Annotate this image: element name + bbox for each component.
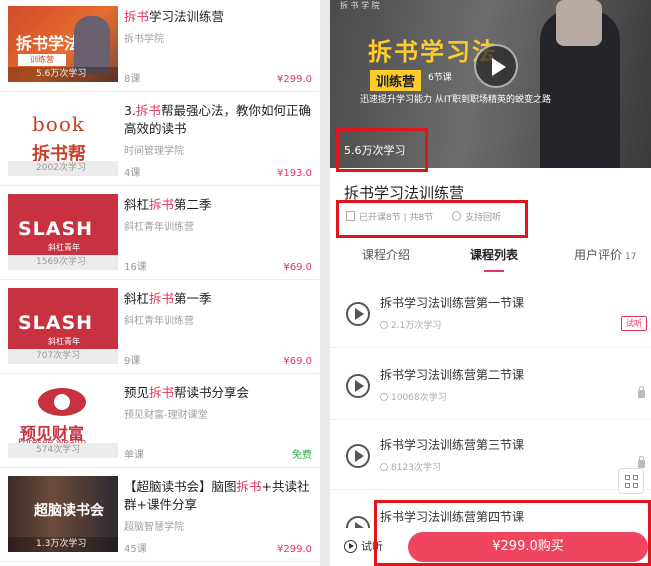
course-provider: 斜杠青年训练营 xyxy=(124,222,194,233)
course-lesson-count: 4课 xyxy=(124,168,141,179)
tab-lesson-list[interactable]: 课程列表 xyxy=(470,246,518,263)
thumb-logo: book xyxy=(32,112,86,136)
course-thumbnail: 预见财富 Foresee wealth 574次学习 xyxy=(8,382,118,458)
course-title[interactable]: 斜杠拆书第一季 xyxy=(124,290,314,308)
course-lesson-count: 45课 xyxy=(124,544,147,555)
thumb-text: 超脑读书会 xyxy=(34,503,104,519)
eye-logo-icon xyxy=(38,388,86,416)
thumb-text: 斜杠青年 xyxy=(48,243,80,252)
lesson-item[interactable]: 拆书学习法训练营第二节课 10068次学习 xyxy=(330,348,651,420)
lesson-item[interactable]: 拆书学习法训练营第三节课 8123次学习 xyxy=(330,418,651,490)
thumb-text: 斜杠青年 xyxy=(48,337,80,346)
course-title[interactable]: 3.拆书帮最强心法，教你如何正确高效的读书 xyxy=(124,102,314,138)
course-views: 1569次学习 xyxy=(8,255,118,270)
lock-icon xyxy=(638,456,645,468)
highlight-box-purchase xyxy=(374,500,651,566)
course-item[interactable]: SLASH 斜杠青年 707次学习 斜杠拆书第一季 斜杠青年训练营 9课 ¥69… xyxy=(0,282,320,374)
detail-tabs: 课程介绍 课程列表 用户评价 17 xyxy=(330,246,651,272)
highlight-box-study-count xyxy=(336,128,428,172)
highlight-box-meta xyxy=(336,200,528,238)
course-lesson-count: 16课 xyxy=(124,262,147,273)
course-views: 5.6万次学习 xyxy=(8,67,118,82)
course-title[interactable]: 【超脑读书会】脑图拆书+共读社群+课件分享 xyxy=(124,478,314,514)
course-views: 2002次学习 xyxy=(8,161,118,176)
course-item[interactable]: 超脑读书会 1.3万次学习 【超脑读书会】脑图拆书+共读社群+课件分享 超脑智慧… xyxy=(0,470,320,562)
course-list-panel: 拆书学法 训练营 5.6万次学习 拆书学习法训练营 拆书学院 8课 ¥299.0… xyxy=(0,0,320,566)
course-provider: 拆书学院 xyxy=(124,34,164,45)
hero-camp-label: 训练营 xyxy=(370,70,422,91)
course-lesson-count: 9课 xyxy=(124,356,141,367)
course-thumbnail: book 拆书帮 2002次学习 xyxy=(8,100,118,176)
course-thumbnail: SLASH 斜杠青年 1569次学习 xyxy=(8,194,118,270)
play-circle-icon xyxy=(344,540,357,553)
lesson-title: 拆书学习法训练营第二节课 xyxy=(380,368,525,382)
lesson-title: 拆书学习法训练营第三节课 xyxy=(380,438,525,452)
play-circle-icon[interactable] xyxy=(346,302,370,326)
hero-tag: 6节课 xyxy=(428,73,452,83)
thumb-text: 拆书学法 xyxy=(16,34,81,53)
lesson-item[interactable]: 拆书学习法训练营第一节课 2.1万次学习 试听 xyxy=(330,276,651,348)
tab-intro[interactable]: 课程介绍 xyxy=(362,246,410,263)
review-count: 17 xyxy=(625,252,637,262)
hero-brand: 拆 书 学 院 xyxy=(340,1,380,10)
trial-badge[interactable]: 试听 xyxy=(621,316,647,331)
course-item[interactable]: SLASH 斜杠青年 1569次学习 斜杠拆书第二季 斜杠青年训练营 16课 ¥… xyxy=(0,188,320,280)
course-price: ¥299.0 xyxy=(277,74,312,85)
thumb-text: 训练营 xyxy=(18,54,66,66)
course-thumbnail: 超脑读书会 1.3万次学习 xyxy=(8,476,118,552)
course-item[interactable]: 拆书学法 训练营 5.6万次学习 拆书学习法训练营 拆书学院 8课 ¥299.0 xyxy=(0,0,320,92)
play-circle-icon[interactable] xyxy=(346,374,370,398)
course-item[interactable]: 预见财富 Foresee wealth 574次学习 预见拆书帮读书分享会 预见… xyxy=(0,376,320,468)
play-icon[interactable] xyxy=(474,44,518,88)
grid-menu-icon[interactable] xyxy=(618,468,644,494)
play-circle-icon[interactable] xyxy=(346,444,370,468)
course-price: ¥69.0 xyxy=(283,356,312,367)
course-price: ¥193.0 xyxy=(277,168,312,179)
course-provider: 时间管理学院 xyxy=(124,146,184,157)
thumb-person xyxy=(74,16,110,74)
lock-icon xyxy=(638,386,645,398)
course-detail-panel: 拆 书 学 院 拆书学习法 训练营 6节课 迅速提升学习能力 从IT职到职场精英… xyxy=(330,0,651,566)
lesson-views: 2.1万次学习 xyxy=(380,318,441,331)
lesson-views: 10068次学习 xyxy=(380,390,447,403)
course-lesson-count: 8课 xyxy=(124,74,141,85)
course-thumbnail: 拆书学法 训练营 5.6万次学习 xyxy=(8,6,118,82)
course-lesson-count: 单课 xyxy=(124,450,144,461)
tab-reviews[interactable]: 用户评价 17 xyxy=(574,246,636,263)
course-price: 免费 xyxy=(292,450,312,461)
hero-tagline: 迅速提升学习能力 从IT职到职场精英的蜕变之路 xyxy=(360,95,552,105)
course-title[interactable]: 斜杠拆书第二季 xyxy=(124,196,314,214)
lesson-title: 拆书学习法训练营第一节课 xyxy=(380,296,525,310)
thumb-text: SLASH xyxy=(18,312,94,334)
course-provider: 斜杠青年训练营 xyxy=(124,316,194,327)
course-item[interactable]: book 拆书帮 2002次学习 3.拆书帮最强心法，教你如何正确高效的读书 时… xyxy=(0,94,320,186)
course-provider: 超脑智慧学院 xyxy=(124,522,184,533)
active-tab-indicator xyxy=(484,270,504,272)
thumb-text: SLASH xyxy=(18,218,94,240)
presenter-face-blurred xyxy=(556,0,602,46)
lesson-views: 8123次学习 xyxy=(380,460,441,473)
course-views: 707次学习 xyxy=(8,349,118,364)
course-thumbnail: SLASH 斜杠青年 707次学习 xyxy=(8,288,118,364)
course-provider: 预见财富-理财课堂 xyxy=(124,410,208,421)
course-title[interactable]: 拆书学习法训练营 xyxy=(124,8,314,26)
course-title[interactable]: 预见拆书帮读书分享会 xyxy=(124,384,314,402)
course-price: ¥69.0 xyxy=(283,262,312,273)
course-price: ¥299.0 xyxy=(277,544,312,555)
course-views: 1.3万次学习 xyxy=(8,537,118,552)
course-views: 574次学习 xyxy=(8,443,118,458)
